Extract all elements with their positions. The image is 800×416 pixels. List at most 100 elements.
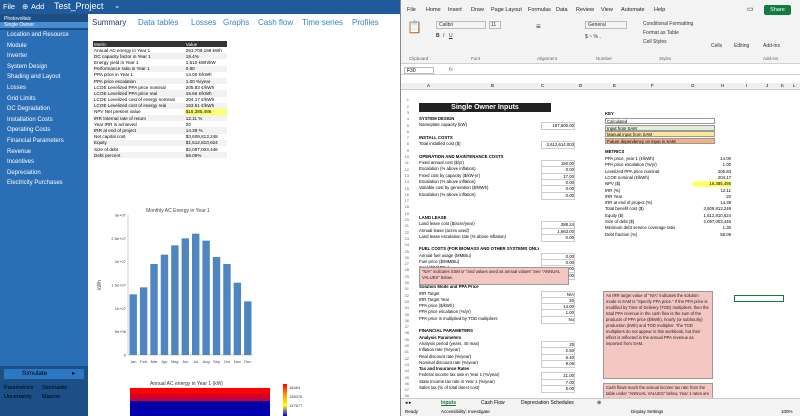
row-number[interactable]: 41 bbox=[401, 349, 409, 354]
column-label[interactable]: H bbox=[721, 83, 724, 88]
input-label[interactable]: IRR Target bbox=[419, 291, 539, 297]
sidebar-item[interactable]: Revenue bbox=[0, 147, 88, 158]
input-value[interactable]: 0.00 bbox=[541, 233, 575, 242]
key-title[interactable]: KEY bbox=[605, 111, 614, 117]
input-label[interactable]: INSTALL COSTS bbox=[419, 135, 539, 141]
stochastic-link[interactable]: Stochastic bbox=[42, 384, 80, 393]
row-number[interactable]: 17 bbox=[401, 198, 409, 203]
input-label[interactable]: State income tax rate in Year 1 (%/year) bbox=[419, 379, 539, 385]
row-number[interactable]: 15 bbox=[401, 186, 409, 191]
row-number[interactable]: 31 bbox=[401, 286, 409, 291]
row-number[interactable]: 25 bbox=[401, 249, 409, 254]
sidebar-item[interactable]: Incentives bbox=[0, 157, 88, 168]
metric-value[interactable]: 1.00 bbox=[693, 162, 731, 168]
metric-value[interactable]: 2,097,003,446 bbox=[693, 219, 731, 225]
row-number[interactable]: 47 bbox=[401, 387, 409, 392]
tab-summary[interactable]: Summary bbox=[92, 18, 126, 27]
sidebar-item[interactable]: Depreciation bbox=[0, 168, 88, 179]
metric-label[interactable]: IRR Year bbox=[605, 194, 693, 200]
sheet-title[interactable]: Single Owner Inputs bbox=[419, 103, 551, 112]
row-number[interactable]: 44 bbox=[401, 368, 409, 373]
input-label[interactable]: Tax and Insurance Rates bbox=[419, 366, 539, 372]
row-number[interactable]: 29 bbox=[401, 274, 409, 279]
column-label[interactable]: K bbox=[781, 83, 784, 88]
metric-value[interactable]: 205.83 bbox=[693, 169, 731, 175]
row-number[interactable]: 7 bbox=[401, 135, 409, 140]
row-number[interactable]: 8 bbox=[401, 141, 409, 146]
input-value[interactable]: 187,500.00 bbox=[541, 122, 575, 131]
selected-cell[interactable] bbox=[734, 295, 784, 302]
tab-losses[interactable]: Losses bbox=[191, 18, 216, 27]
row-number[interactable]: 35 bbox=[401, 312, 409, 317]
row-number[interactable]: 34 bbox=[401, 305, 409, 310]
row-number[interactable]: 12 bbox=[401, 167, 409, 172]
metric-label[interactable]: NPV ($) bbox=[605, 181, 693, 187]
row-number[interactable]: 1 bbox=[401, 97, 409, 102]
row-number[interactable]: 46 bbox=[401, 381, 409, 386]
metric-label[interactable]: PPA price, year 1 (¢/kWh) bbox=[605, 156, 693, 162]
metric-label[interactable]: Size of debt ($) bbox=[605, 219, 693, 225]
input-label[interactable]: Solution Mode and PPA Price bbox=[419, 284, 539, 290]
sidebar-item[interactable]: Location and Resource bbox=[0, 30, 88, 41]
input-label[interactable]: FUEL COSTS (FOR BIOMASS AND OTHER SYSTEM… bbox=[419, 246, 539, 252]
row-number[interactable]: 5 bbox=[401, 123, 409, 128]
format-as-table-button[interactable]: Format as Table bbox=[643, 30, 679, 36]
row-number[interactable]: 9 bbox=[401, 148, 409, 153]
row-number[interactable]: 39 bbox=[401, 337, 409, 342]
column-label[interactable]: F bbox=[651, 83, 654, 88]
input-label[interactable]: Variable cost by generation ($/MWh) bbox=[419, 185, 539, 191]
macros-link[interactable]: Macros bbox=[42, 393, 80, 402]
add-icon[interactable]: ⊕ bbox=[22, 2, 28, 11]
sidebar-item[interactable]: Installation Costs bbox=[0, 115, 88, 126]
input-label[interactable]: PPA price ($/kWh) bbox=[419, 303, 539, 309]
metric-value[interactable]: 14.39 bbox=[693, 200, 731, 206]
row-number[interactable]: 28 bbox=[401, 267, 409, 272]
tab-time-series[interactable]: Time series bbox=[302, 18, 343, 27]
metric-label[interactable]: Minimum debt service coverage ratio bbox=[605, 225, 693, 231]
row-number[interactable]: 33 bbox=[401, 299, 409, 304]
input-label[interactable]: Escalation (% above inflation) bbox=[419, 166, 539, 172]
metric-label[interactable]: Total benefit cost ($) bbox=[605, 206, 693, 212]
sidebar-item[interactable]: DC Degradation bbox=[0, 104, 88, 115]
addins-button[interactable]: Add-ins bbox=[763, 43, 780, 49]
menu-data[interactable]: Data bbox=[556, 7, 568, 13]
input-label[interactable]: Analysis Parameters bbox=[419, 335, 539, 341]
number-format-select[interactable]: General bbox=[585, 21, 627, 29]
input-label[interactable]: Annual lease (acres used) bbox=[419, 228, 539, 234]
align-icon[interactable]: ≡ bbox=[536, 22, 541, 31]
parametrics-link[interactable]: Parametrics bbox=[4, 384, 42, 393]
row-number[interactable]: 23 bbox=[401, 236, 409, 241]
input-label[interactable]: Escalation (% above inflation) bbox=[419, 192, 539, 198]
menu-help[interactable]: Help bbox=[654, 7, 665, 13]
input-label[interactable]: Nameplate capacity (kW) bbox=[419, 122, 539, 128]
tab-cash-flow[interactable]: Cash flow bbox=[258, 18, 293, 27]
sheet-grid[interactable]: Single Owner Inputs SYSTEM DESIGN Namepla… bbox=[401, 91, 800, 401]
menu-review[interactable]: Review bbox=[576, 7, 594, 13]
display-settings[interactable]: Display Settings bbox=[631, 409, 663, 414]
menu-draw[interactable]: Draw bbox=[471, 7, 484, 13]
editing-button[interactable]: Editing bbox=[734, 43, 749, 49]
row-number[interactable]: 42 bbox=[401, 356, 409, 361]
input-label[interactable]: OPERATION AND MAINTENANCE COSTS bbox=[419, 154, 539, 160]
input-label[interactable]: LAND LEASE bbox=[419, 215, 539, 221]
sidebar-item[interactable]: Grid Limits bbox=[0, 94, 88, 105]
add-sheet-icon[interactable]: ⊕ bbox=[597, 400, 601, 406]
add-button[interactable]: Add bbox=[31, 2, 44, 11]
row-number[interactable]: 36 bbox=[401, 318, 409, 323]
row-number[interactable]: 16 bbox=[401, 192, 409, 197]
input-label[interactable]: Real discount rate (%/year) bbox=[419, 354, 539, 360]
key-item[interactable]: Future dependency on input in SAM bbox=[605, 137, 715, 144]
simulate-button[interactable]: Simulate ▸ bbox=[4, 369, 84, 379]
menu-file[interactable]: File bbox=[407, 7, 416, 13]
sidebar-item[interactable]: System Design bbox=[0, 62, 88, 73]
row-number[interactable]: 20 bbox=[401, 217, 409, 222]
row-number[interactable]: 11 bbox=[401, 160, 409, 165]
tab-data-tables[interactable]: Data tables bbox=[138, 18, 178, 27]
input-label[interactable]: Escalation (% above inflation) bbox=[419, 179, 539, 185]
menu-automate[interactable]: Automate bbox=[621, 7, 645, 13]
menu-insert[interactable]: Insert bbox=[448, 7, 462, 13]
input-label[interactable]: PPA price escalation (%/yr) bbox=[419, 309, 539, 315]
fx-icon[interactable]: fx bbox=[449, 67, 453, 73]
menu-home[interactable]: Home bbox=[426, 7, 441, 13]
metric-value[interactable]: 16,385,486 bbox=[693, 181, 731, 188]
